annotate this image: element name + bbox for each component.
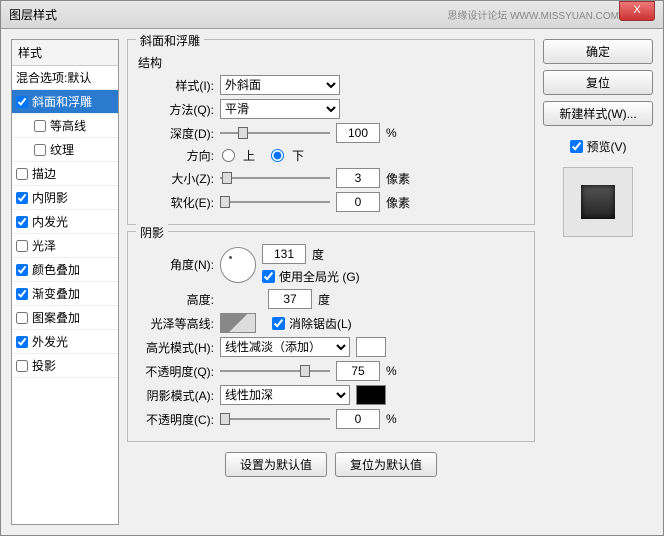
sidebar-item-checkbox[interactable] — [16, 240, 28, 252]
direction-label: 方向: — [138, 147, 214, 164]
angle-label: 角度(N): — [138, 256, 214, 273]
sidebar-item-checkbox[interactable] — [16, 96, 28, 108]
altitude-input[interactable] — [268, 289, 312, 309]
sidebar-item[interactable]: 等高线 — [12, 114, 118, 138]
sidebar-item-label: 投影 — [32, 357, 56, 374]
soften-slider[interactable] — [220, 195, 330, 209]
depth-slider[interactable] — [220, 126, 330, 140]
size-input[interactable] — [336, 168, 380, 188]
sidebar-item-checkbox[interactable] — [16, 216, 28, 228]
sidebar-item-label: 图案叠加 — [32, 309, 80, 326]
depth-input[interactable] — [336, 123, 380, 143]
sidebar-item[interactable]: 光泽 — [12, 234, 118, 258]
sidebar-item-checkbox[interactable] — [16, 264, 28, 276]
structure-title: 结构 — [138, 54, 524, 71]
sidebar-item-label: 渐变叠加 — [32, 285, 80, 302]
make-default-button[interactable]: 设置为默认值 — [225, 452, 327, 477]
sidebar-header: 样式 — [12, 40, 118, 66]
shadow-mode-select[interactable]: 线性加深 — [220, 385, 350, 405]
shadow-opacity-slider[interactable] — [220, 412, 330, 426]
window-title: 图层样式 — [9, 6, 57, 23]
sidebar-item-checkbox[interactable] — [16, 288, 28, 300]
group-title: 斜面和浮雕 — [136, 32, 204, 49]
sidebar-item-checkbox[interactable] — [16, 336, 28, 348]
gloss-label: 光泽等高线: — [138, 315, 214, 332]
soften-input[interactable] — [336, 192, 380, 212]
preview-swatch — [581, 185, 615, 219]
highlight-mode-select[interactable]: 线性减淡（添加） — [220, 337, 350, 357]
sidebar-item-checkbox[interactable] — [16, 168, 28, 180]
dir-up-radio[interactable] — [222, 149, 235, 162]
sidebar-item[interactable]: 纹理 — [12, 138, 118, 162]
new-style-button[interactable]: 新建样式(W)... — [543, 101, 653, 126]
sidebar-item-label: 等高线 — [50, 117, 86, 134]
sidebar-item-checkbox[interactable] — [34, 120, 46, 132]
gloss-contour[interactable] — [220, 313, 256, 333]
sidebar-item-label: 内发光 — [32, 213, 68, 230]
watermark: 思缘设计论坛 WWW.MISSYUAN.COM — [447, 7, 619, 22]
size-label: 大小(Z): — [138, 170, 214, 187]
preview-checkbox[interactable] — [570, 140, 583, 153]
reset-default-button[interactable]: 复位为默认值 — [335, 452, 437, 477]
highlight-color[interactable] — [356, 337, 386, 357]
sidebar-blend-options[interactable]: 混合选项:默认 — [12, 66, 118, 90]
sidebar-item-label: 描边 — [32, 165, 56, 182]
soften-label: 软化(E): — [138, 194, 214, 211]
depth-label: 深度(D): — [138, 125, 214, 142]
sidebar-item-label: 斜面和浮雕 — [32, 93, 92, 110]
sidebar-item-label: 外发光 — [32, 333, 68, 350]
sidebar-item-label: 内阴影 — [32, 189, 68, 206]
highlight-opacity-slider[interactable] — [220, 364, 330, 378]
sidebar-item-checkbox[interactable] — [34, 144, 46, 156]
altitude-label: 高度: — [138, 291, 214, 308]
global-light-checkbox[interactable] — [262, 270, 275, 283]
sidebar-item-label: 光泽 — [32, 237, 56, 254]
styles-sidebar: 样式 混合选项:默认 斜面和浮雕等高线纹理描边内阴影内发光光泽颜色叠加渐变叠加图… — [11, 39, 119, 525]
shadow-color[interactable] — [356, 385, 386, 405]
shadow-opacity-label: 不透明度(C): — [138, 411, 214, 428]
shadow-opacity-input[interactable] — [336, 409, 380, 429]
sidebar-item-checkbox[interactable] — [16, 360, 28, 372]
sidebar-item[interactable]: 内阴影 — [12, 186, 118, 210]
sidebar-item[interactable]: 斜面和浮雕 — [12, 90, 118, 114]
highlight-mode-label: 高光模式(H): — [138, 339, 214, 356]
sidebar-item-label: 颜色叠加 — [32, 261, 80, 278]
antialias-checkbox[interactable] — [272, 317, 285, 330]
titlebar: 图层样式 思缘设计论坛 WWW.MISSYUAN.COM X — [1, 1, 663, 29]
angle-input[interactable] — [262, 244, 306, 264]
shading-title: 阴影 — [136, 224, 168, 241]
pct-unit: % — [386, 126, 397, 140]
angle-dial[interactable] — [220, 247, 256, 283]
sidebar-item-checkbox[interactable] — [16, 312, 28, 324]
sidebar-item[interactable]: 描边 — [12, 162, 118, 186]
sidebar-item-label: 纹理 — [50, 141, 74, 158]
dir-down-radio[interactable] — [271, 149, 284, 162]
style-label: 样式(I): — [138, 77, 214, 94]
highlight-opacity-input[interactable] — [336, 361, 380, 381]
sidebar-item[interactable]: 颜色叠加 — [12, 258, 118, 282]
bevel-group: 斜面和浮雕 结构 样式(I): 外斜面 方法(Q): 平滑 深度(D): % 方… — [127, 39, 535, 225]
highlight-opacity-label: 不透明度(Q): — [138, 363, 214, 380]
px-unit: 像素 — [386, 170, 410, 187]
sidebar-item[interactable]: 图案叠加 — [12, 306, 118, 330]
sidebar-item[interactable]: 渐变叠加 — [12, 282, 118, 306]
sidebar-item[interactable]: 内发光 — [12, 210, 118, 234]
method-label: 方法(Q): — [138, 101, 214, 118]
ok-button[interactable]: 确定 — [543, 39, 653, 64]
shadow-mode-label: 阴影模式(A): — [138, 387, 214, 404]
close-button[interactable]: X — [619, 1, 655, 21]
preview-box — [563, 167, 633, 237]
cancel-button[interactable]: 复位 — [543, 70, 653, 95]
size-slider[interactable] — [220, 171, 330, 185]
shading-group: 阴影 角度(N): 度 使用全局光 (G) 高度: 度 光泽等高线: 消除锯齿(… — [127, 231, 535, 442]
sidebar-item[interactable]: 投影 — [12, 354, 118, 378]
style-select[interactable]: 外斜面 — [220, 75, 340, 95]
sidebar-item-checkbox[interactable] — [16, 192, 28, 204]
method-select[interactable]: 平滑 — [220, 99, 340, 119]
sidebar-item[interactable]: 外发光 — [12, 330, 118, 354]
